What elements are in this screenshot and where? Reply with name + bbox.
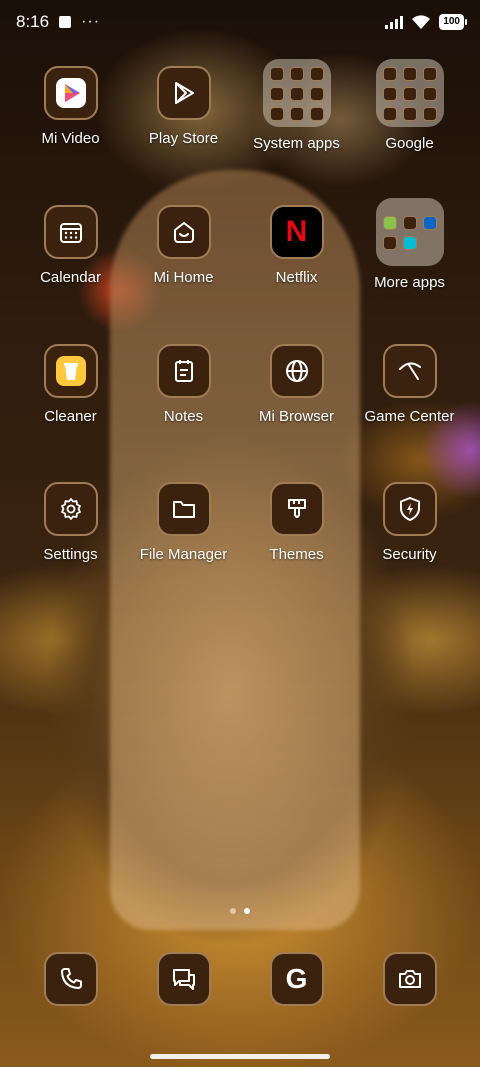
app-mi-video[interactable]: Mi Video: [14, 66, 127, 147]
status-bar: 8:16 ··· 100: [0, 0, 480, 44]
cleaner-icon: [43, 344, 98, 398]
more-notifications-icon: ···: [81, 13, 101, 30]
battery-icon: 100: [439, 14, 467, 30]
play-store-icon: [156, 66, 211, 120]
google-glyph: G: [285, 963, 308, 994]
mini-app-icon: [289, 67, 304, 81]
mini-app-icon: [402, 67, 417, 81]
mini-app-icon: [309, 67, 324, 81]
app-notes[interactable]: Notes: [127, 344, 240, 425]
netflix-icon: N: [269, 205, 324, 259]
mini-app-icon: [422, 87, 437, 101]
mini-app-icon: [402, 107, 417, 121]
battery-level: 100: [443, 16, 460, 27]
app-label: Themes: [269, 546, 324, 563]
app-play-store[interactable]: Play Store: [127, 66, 240, 147]
dock-google[interactable]: G: [240, 952, 353, 1006]
notes-icon: [156, 344, 211, 398]
app-game-center[interactable]: Game Center: [353, 344, 466, 425]
brush-icon: [269, 482, 324, 536]
app-themes[interactable]: Themes: [240, 482, 353, 563]
app-label: System apps: [253, 135, 340, 152]
mini-app-icon: [422, 67, 437, 81]
home-indicator[interactable]: [150, 1054, 330, 1059]
wifi-icon: [411, 14, 431, 30]
mini-app-icon: [422, 216, 437, 230]
app-settings[interactable]: Settings: [14, 482, 127, 563]
phone-icon: [43, 952, 98, 1006]
mini-app-icon: [402, 216, 417, 230]
mini-app-icon: [382, 87, 397, 101]
globe-icon: [269, 344, 324, 398]
folder-icon: [375, 198, 444, 266]
app-mi-home[interactable]: Mi Home: [127, 205, 240, 286]
app-label: Mi Home: [153, 269, 214, 286]
mini-app-icon: [269, 107, 284, 121]
dock-camera[interactable]: [353, 952, 466, 1006]
folder-google[interactable]: Google: [353, 59, 466, 152]
status-time: 8:16: [16, 12, 50, 31]
page-dot: [230, 908, 236, 914]
shield-icon: [382, 482, 437, 536]
mini-app-icon: [269, 87, 284, 101]
page-dot-active: [244, 908, 250, 914]
app-label: More apps: [374, 274, 445, 291]
app-label: Play Store: [148, 130, 219, 147]
folder-more-apps[interactable]: More apps: [353, 198, 466, 291]
app-file-manager[interactable]: File Manager: [127, 482, 240, 563]
camera-icon: [382, 952, 437, 1006]
app-label: Notes: [163, 408, 204, 425]
mini-app-icon: [309, 87, 324, 101]
app-label: Calendar: [40, 269, 101, 286]
app-mi-browser[interactable]: Mi Browser: [240, 344, 353, 425]
mini-app-icon: [382, 107, 397, 121]
app-security[interactable]: Security: [353, 482, 466, 563]
mi-home-icon: [156, 205, 211, 259]
app-label: Mi Browser: [258, 408, 334, 425]
app-netflix[interactable]: N Netflix: [240, 205, 353, 286]
gear-icon: [43, 482, 98, 536]
app-label: File Manager: [139, 546, 228, 563]
app-calendar[interactable]: Calendar: [14, 205, 127, 286]
mini-app-icon: [309, 107, 324, 121]
app-label: Google: [385, 135, 434, 152]
app-label: Cleaner: [44, 408, 97, 425]
app-label: Game Center: [364, 408, 455, 425]
dock-phone[interactable]: [14, 952, 127, 1006]
messages-icon: [156, 952, 211, 1006]
mini-app-icon: [382, 216, 397, 230]
folder-icon: [375, 59, 444, 127]
mi-video-icon: [43, 66, 98, 120]
game-center-icon: [382, 344, 437, 398]
signal-icon: [385, 15, 404, 29]
mini-app-icon: [402, 87, 417, 101]
app-label: Settings: [43, 546, 98, 563]
netflix-glyph: N: [285, 215, 308, 248]
mini-app-icon: [289, 87, 304, 101]
notification-icon: [59, 16, 72, 28]
folder-system-apps[interactable]: System apps: [240, 59, 353, 152]
mini-app-icon: [402, 236, 417, 250]
mini-app-icon: [382, 236, 397, 250]
calendar-icon: [43, 205, 98, 259]
google-icon: G: [269, 952, 324, 1006]
mini-app-icon: [269, 67, 284, 81]
mini-app-icon: [382, 67, 397, 81]
dock-messages[interactable]: [127, 952, 240, 1006]
app-label: Security: [382, 546, 437, 563]
folder-outline-icon: [156, 482, 211, 536]
folder-icon: [262, 59, 331, 127]
mini-app-icon: [289, 107, 304, 121]
page-indicator: [0, 908, 480, 914]
app-cleaner[interactable]: Cleaner: [14, 344, 127, 425]
app-label: Mi Video: [41, 130, 100, 147]
app-label: Netflix: [275, 269, 318, 286]
mini-app-icon: [422, 107, 437, 121]
